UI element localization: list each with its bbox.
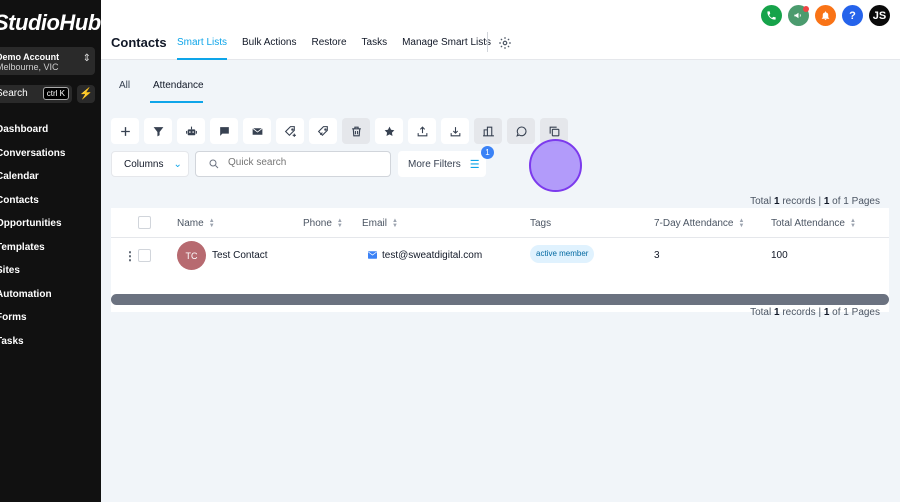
subtab-all[interactable]: All bbox=[119, 80, 130, 91]
tag-badge: active member bbox=[530, 245, 595, 263]
sidebar-nav: Dashboard Conversations Calendar Contact… bbox=[0, 124, 65, 359]
header-actions: ? JS bbox=[761, 5, 890, 26]
contact-email[interactable]: test@sweatdigital.com bbox=[382, 250, 482, 261]
header-divider bbox=[111, 237, 889, 238]
sliders-icon: ☰ bbox=[469, 158, 480, 171]
company-icon[interactable] bbox=[474, 118, 502, 144]
phone-icon[interactable] bbox=[761, 5, 782, 26]
message-icon[interactable] bbox=[210, 118, 238, 144]
column-header-email[interactable]: Email ▲ ▼ bbox=[362, 217, 398, 230]
sort-icon: ▲ ▼ bbox=[738, 217, 745, 229]
column-header-name[interactable]: Name ▲ ▼ bbox=[177, 217, 215, 230]
account-name: Demo Account bbox=[0, 52, 60, 62]
select-all-checkbox[interactable] bbox=[138, 216, 151, 229]
email-icon bbox=[368, 251, 377, 259]
sidebar-item-sites[interactable]: Sites bbox=[0, 265, 65, 289]
notification-dot bbox=[803, 6, 809, 12]
export-icon[interactable] bbox=[408, 118, 436, 144]
tab-tasks[interactable]: Tasks bbox=[362, 37, 388, 60]
sort-icon: ▲ ▼ bbox=[336, 217, 343, 229]
column-header-total-attendance[interactable]: Total Attendance ▲ ▼ bbox=[771, 217, 856, 230]
gear-icon[interactable] bbox=[498, 36, 512, 50]
attendance-7day: 3 bbox=[654, 250, 660, 261]
search-shortcut: ctrl K bbox=[42, 87, 69, 100]
sidebar-search[interactable]: Search ctrl K bbox=[0, 85, 72, 103]
chevron-down-icon: ⌄ bbox=[173, 158, 182, 170]
sidebar-item-tasks[interactable]: Tasks bbox=[0, 336, 65, 360]
sidebar-item-dashboard[interactable]: Dashboard bbox=[0, 124, 65, 148]
account-location: Melbourne, VIC bbox=[0, 62, 59, 72]
sort-icon: ▲ ▼ bbox=[208, 217, 215, 229]
contacts-table: Name ▲ ▼ Phone ▲ ▼ Email ▲ ▼ Tags 7-Day Att… bbox=[111, 208, 889, 312]
star-icon[interactable] bbox=[375, 118, 403, 144]
top-bar: Contacts Smart Lists Bulk Actions Restor… bbox=[101, 0, 900, 60]
sidebar-item-templates[interactable]: Templates bbox=[0, 242, 65, 266]
whatsapp-icon[interactable] bbox=[507, 118, 535, 144]
import-icon[interactable] bbox=[441, 118, 469, 144]
help-icon[interactable]: ? bbox=[842, 5, 863, 26]
quick-search-input[interactable] bbox=[228, 157, 378, 168]
bulk-action-toolbar bbox=[111, 118, 568, 144]
top-nav: Smart Lists Bulk Actions Restore Tasks M… bbox=[177, 37, 506, 60]
sidebar-search-label: Search bbox=[0, 88, 28, 99]
active-subtab-indicator bbox=[150, 101, 203, 103]
remove-tag-icon[interactable] bbox=[309, 118, 337, 144]
avatar: TC bbox=[177, 241, 206, 270]
sidebar-item-opportunities[interactable]: Opportunities bbox=[0, 218, 65, 242]
sort-icon: ▲ ▼ bbox=[392, 217, 398, 229]
row-menu-icon[interactable]: ⋮ bbox=[124, 249, 136, 263]
megaphone-icon[interactable] bbox=[788, 5, 809, 26]
account-switcher[interactable]: Demo Account Melbourne, VIC ⇕ bbox=[0, 47, 95, 75]
sidebar-item-contacts[interactable]: Contacts bbox=[0, 195, 65, 219]
sidebar: StudioHub Demo Account Melbourne, VIC ⇕ … bbox=[0, 0, 101, 502]
add-tag-icon[interactable] bbox=[276, 118, 304, 144]
contact-name[interactable]: Test Contact bbox=[212, 250, 268, 261]
column-header-phone[interactable]: Phone ▲ ▼ bbox=[303, 217, 343, 230]
column-header-7day-attendance[interactable]: 7-Day Attendance ▲ ▼ bbox=[654, 217, 745, 230]
divider bbox=[487, 32, 488, 52]
records-summary-top: Total 1 records | 1 of 1 Pages bbox=[750, 196, 880, 207]
smart-list-tabs: All Attendance bbox=[101, 60, 900, 105]
records-summary-bottom: Total 1 records | 1 of 1 Pages bbox=[750, 307, 880, 318]
click-indicator bbox=[529, 139, 582, 192]
tab-smart-lists[interactable]: Smart Lists bbox=[177, 37, 228, 60]
tab-manage-smart-lists[interactable]: Manage Smart Lists bbox=[402, 37, 491, 60]
user-avatar[interactable]: JS bbox=[869, 5, 890, 26]
attendance-total: 100 bbox=[771, 250, 788, 261]
row-checkbox[interactable] bbox=[138, 249, 151, 262]
app-logo: StudioHub bbox=[0, 10, 101, 35]
tab-restore[interactable]: Restore bbox=[312, 37, 347, 60]
page-title: Contacts bbox=[111, 35, 167, 50]
column-header-tags: Tags bbox=[530, 218, 552, 229]
email-icon[interactable] bbox=[243, 118, 271, 144]
filter-count-badge: 1 bbox=[481, 146, 494, 159]
horizontal-scrollbar[interactable] bbox=[111, 294, 889, 305]
delete-icon[interactable] bbox=[342, 118, 370, 144]
sort-icon: ▲ ▼ bbox=[849, 217, 856, 229]
columns-label: Columns bbox=[124, 158, 164, 170]
more-filters-label: More Filters bbox=[408, 158, 461, 170]
chevron-updown-icon: ⇕ bbox=[82, 53, 91, 64]
columns-button[interactable]: Columns ⌄ bbox=[111, 151, 189, 177]
tab-bulk-actions[interactable]: Bulk Actions bbox=[242, 37, 296, 60]
lightning-icon[interactable]: ⚡ bbox=[77, 85, 95, 103]
quick-search[interactable] bbox=[195, 151, 391, 177]
sidebar-item-forms[interactable]: Forms bbox=[0, 312, 65, 336]
search-icon bbox=[209, 159, 219, 169]
more-filters-button[interactable]: More Filters ☰ bbox=[398, 151, 486, 177]
sidebar-item-automation[interactable]: Automation bbox=[0, 289, 65, 313]
bell-icon[interactable] bbox=[815, 5, 836, 26]
robot-icon[interactable] bbox=[177, 118, 205, 144]
plus-icon[interactable] bbox=[111, 118, 139, 144]
sidebar-item-conversations[interactable]: Conversations bbox=[0, 148, 65, 172]
filter-icon[interactable] bbox=[144, 118, 172, 144]
sidebar-item-calendar[interactable]: Calendar bbox=[0, 171, 65, 195]
subtab-attendance[interactable]: Attendance bbox=[153, 80, 204, 91]
